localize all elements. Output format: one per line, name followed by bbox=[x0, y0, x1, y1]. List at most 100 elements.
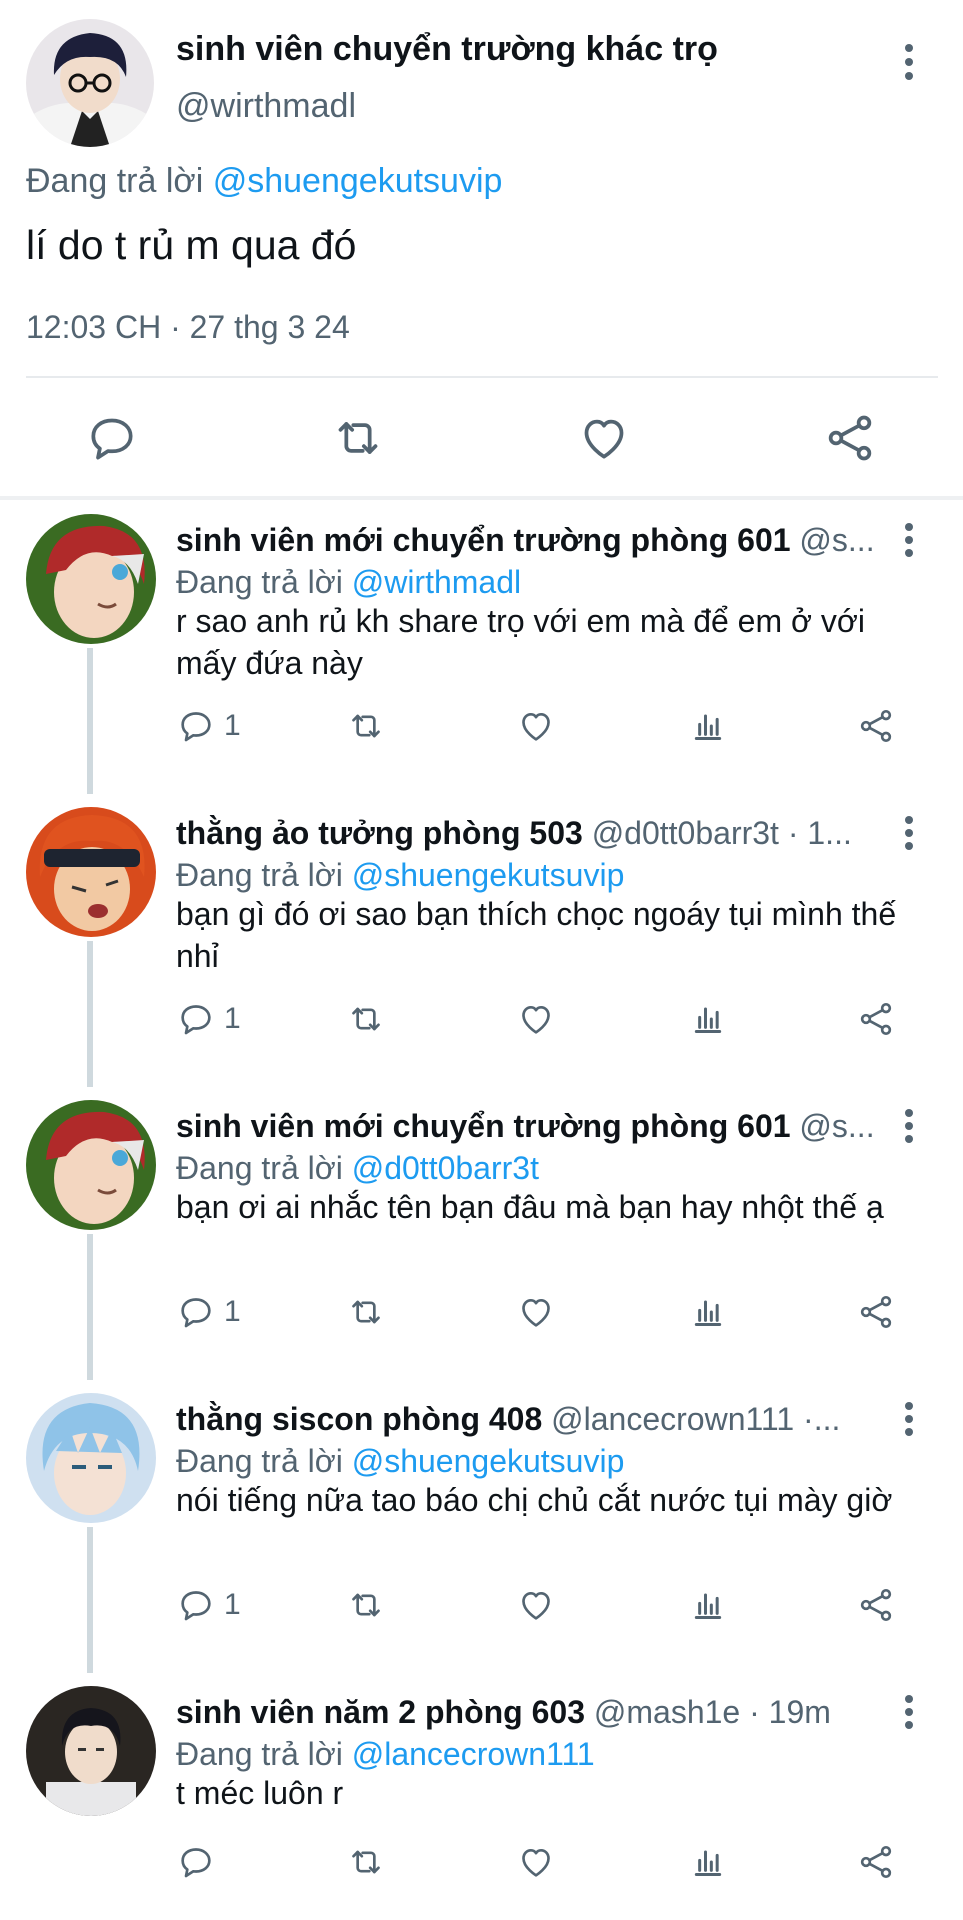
action-bar bbox=[176, 1840, 916, 1890]
more-icon[interactable] bbox=[894, 1106, 924, 1146]
views-icon[interactable] bbox=[688, 704, 728, 748]
share-icon[interactable] bbox=[822, 410, 878, 466]
like-icon[interactable] bbox=[516, 1290, 556, 1334]
share-icon[interactable] bbox=[856, 1840, 896, 1884]
comment-button[interactable] bbox=[176, 1840, 224, 1884]
tweet-text: bạn gì đó ơi sao bạn thích chọc ngoáy tụ… bbox=[176, 896, 897, 974]
reply-context: Đang trả lời @shuengekutsuvip bbox=[26, 162, 502, 201]
display-name[interactable]: sinh viên năm 2 phòng 603 bbox=[176, 1694, 585, 1730]
reply-prefix: Đang trả lời bbox=[176, 1443, 343, 1479]
reply-tweet[interactable]: sinh viên mới chuyển trường phòng 601 @s… bbox=[0, 1086, 963, 1379]
divider bbox=[26, 376, 938, 378]
user-handle[interactable]: @lancecrown111 ·... bbox=[551, 1401, 840, 1437]
like-icon[interactable] bbox=[516, 1583, 556, 1627]
reply-mention-link[interactable]: @d0tt0barr3t bbox=[352, 1150, 539, 1186]
avatar[interactable] bbox=[26, 807, 156, 937]
reply-context: Đang trả lời @shuengekutsuvip bbox=[176, 855, 624, 895]
like-icon[interactable] bbox=[516, 704, 556, 748]
reply-mention-link[interactable]: @lancecrown111 bbox=[352, 1736, 595, 1772]
retweet-icon[interactable] bbox=[330, 410, 386, 466]
reply-context: Đang trả lời @d0tt0barr3t bbox=[176, 1148, 539, 1188]
more-icon[interactable] bbox=[894, 520, 924, 560]
comment-icon[interactable] bbox=[84, 410, 140, 466]
tweet-text: nói tiếng nữa tao báo chị chủ cắt nước t… bbox=[176, 1482, 893, 1518]
display-name[interactable]: thằng siscon phòng 408 bbox=[176, 1401, 542, 1437]
like-icon[interactable] bbox=[516, 1840, 556, 1884]
reply-count: 1 bbox=[224, 1295, 241, 1328]
display-name[interactable]: sinh viên mới chuyển trường phòng 601 bbox=[176, 1108, 791, 1144]
comment-button[interactable]: 1 bbox=[176, 704, 241, 748]
reply-header: sinh viên năm 2 phòng 603 @mash1e · 19m bbox=[176, 1692, 876, 1732]
like-icon[interactable] bbox=[576, 410, 632, 466]
more-icon[interactable] bbox=[894, 813, 924, 853]
avatar[interactable] bbox=[26, 1686, 156, 1816]
reply-prefix: Đang trả lời bbox=[176, 857, 343, 893]
tweet-timestamp[interactable]: 12:03 CH · 27 thg 3 24 bbox=[26, 309, 350, 346]
share-icon[interactable] bbox=[856, 704, 896, 748]
comment-icon bbox=[176, 1585, 216, 1625]
retweet-icon[interactable] bbox=[346, 997, 386, 1041]
display-name[interactable]: sinh viên chuyển trường khác trọ bbox=[176, 30, 718, 69]
retweet-icon[interactable] bbox=[346, 704, 386, 748]
retweet-icon[interactable] bbox=[346, 1840, 386, 1884]
more-icon[interactable] bbox=[894, 1399, 924, 1439]
reply-tweet[interactable]: thằng ảo tưởng phòng 503 @d0tt0barr3t · … bbox=[0, 793, 963, 1086]
action-bar: 1 bbox=[176, 997, 916, 1047]
reply-count: 1 bbox=[224, 709, 241, 742]
comment-button[interactable]: 1 bbox=[176, 997, 241, 1041]
tweet-text: r sao anh rủ kh share trọ với em mà để e… bbox=[176, 603, 865, 681]
views-icon[interactable] bbox=[688, 997, 728, 1041]
reply-count: 1 bbox=[224, 1588, 241, 1621]
retweet-icon[interactable] bbox=[346, 1583, 386, 1627]
user-handle[interactable]: @s... bbox=[799, 1108, 874, 1144]
avatar[interactable] bbox=[26, 514, 156, 644]
reply-header: thằng siscon phòng 408 @lancecrown111 ·.… bbox=[176, 1399, 876, 1439]
tweet-text: lí do t rủ m qua đó bbox=[26, 222, 357, 268]
more-icon[interactable] bbox=[894, 1692, 924, 1732]
comment-button[interactable]: 1 bbox=[176, 1290, 241, 1334]
reply-header: sinh viên mới chuyển trường phòng 601 @s… bbox=[176, 1106, 876, 1146]
tweet-text: bạn ơi ai nhắc tên bạn đâu mà bạn hay nh… bbox=[176, 1189, 884, 1225]
user-handle[interactable]: @mash1e · 19m bbox=[594, 1694, 831, 1730]
reply-tweet[interactable]: thằng siscon phòng 408 @lancecrown111 ·.… bbox=[0, 1379, 963, 1672]
views-icon[interactable] bbox=[688, 1290, 728, 1334]
reply-prefix: Đang trả lời bbox=[176, 1150, 343, 1186]
share-icon[interactable] bbox=[856, 1290, 896, 1334]
user-handle[interactable]: @s... bbox=[799, 522, 874, 558]
reply-context: Đang trả lời @wirthmadl bbox=[176, 562, 521, 602]
reply-mention-link[interactable]: @shuengekutsuvip bbox=[352, 1443, 625, 1479]
reply-mention-link[interactable]: @shuengekutsuvip bbox=[352, 857, 625, 893]
display-name[interactable]: thằng ảo tưởng phòng 503 bbox=[176, 815, 583, 851]
comment-button[interactable]: 1 bbox=[176, 1583, 241, 1627]
share-icon[interactable] bbox=[856, 997, 896, 1041]
more-icon[interactable] bbox=[894, 40, 924, 84]
user-handle[interactable]: @wirthmadl bbox=[176, 87, 356, 126]
reply-context: Đang trả lời @lancecrown111 bbox=[176, 1734, 595, 1774]
action-bar: 1 bbox=[176, 1583, 916, 1633]
reply-count: 1 bbox=[224, 1002, 241, 1035]
views-icon[interactable] bbox=[688, 1583, 728, 1627]
like-icon[interactable] bbox=[516, 997, 556, 1041]
comment-icon bbox=[176, 1292, 216, 1332]
reply-prefix: Đang trả lời bbox=[176, 1736, 343, 1772]
action-bar: 1 bbox=[176, 1290, 916, 1340]
reply-header: sinh viên mới chuyển trường phòng 601 @s… bbox=[176, 520, 876, 560]
avatar[interactable] bbox=[26, 1393, 156, 1523]
avatar[interactable] bbox=[26, 1100, 156, 1230]
main-tweet: sinh viên chuyển trường khác trọ @wirthm… bbox=[0, 0, 963, 496]
retweet-icon[interactable] bbox=[346, 1290, 386, 1334]
reply-tweet[interactable]: sinh viên mới chuyển trường phòng 601 @s… bbox=[0, 500, 963, 793]
share-icon[interactable] bbox=[856, 1583, 896, 1627]
action-bar: 1 bbox=[176, 704, 916, 754]
avatar[interactable] bbox=[26, 19, 154, 147]
reply-header: thằng ảo tưởng phòng 503 @d0tt0barr3t · … bbox=[176, 813, 876, 853]
display-name[interactable]: sinh viên mới chuyển trường phòng 601 bbox=[176, 522, 791, 558]
reply-tweet[interactable]: sinh viên năm 2 phòng 603 @mash1e · 19m … bbox=[0, 1672, 963, 1920]
reply-mention-link[interactable]: @wirthmadl bbox=[352, 564, 521, 600]
views-icon[interactable] bbox=[688, 1840, 728, 1884]
reply-prefix: Đang trả lời bbox=[26, 162, 204, 200]
reply-mention-link[interactable]: @shuengekutsuvip bbox=[213, 162, 503, 200]
comment-icon bbox=[176, 706, 216, 746]
reply-prefix: Đang trả lời bbox=[176, 564, 343, 600]
user-handle[interactable]: @d0tt0barr3t · 1... bbox=[592, 815, 852, 851]
